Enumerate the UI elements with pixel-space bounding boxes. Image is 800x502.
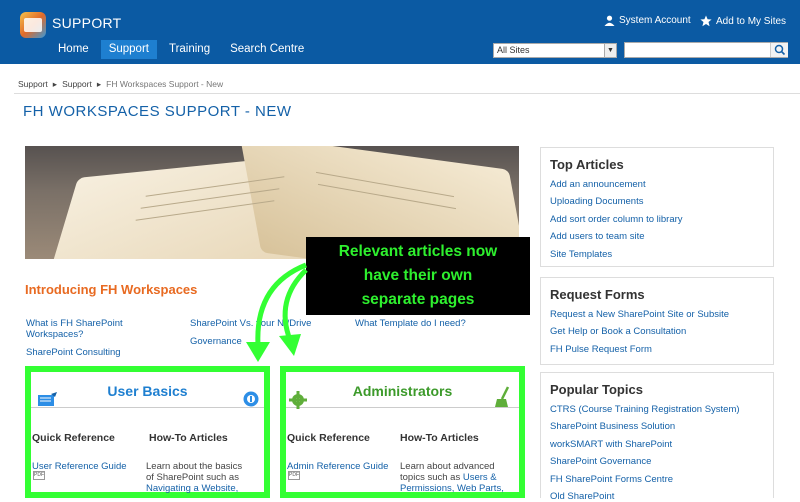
user-basics-title[interactable]: User Basics: [31, 383, 264, 399]
administrators-quick-ref: Quick Reference: [287, 432, 370, 444]
page-title: FH WORKSPACES SUPPORT - NEW: [23, 103, 292, 120]
popular-topic-link[interactable]: SharePoint Business Solution: [550, 421, 675, 432]
breadcrumb-current: FH Workspaces Support - New: [106, 79, 224, 89]
annotation-callout: Relevant articles now have their own sep…: [306, 237, 530, 315]
administrators-howto: How-To Articles: [400, 432, 479, 444]
request-forms-panel: Request Forms Request a New SharePoint S…: [540, 277, 774, 365]
user-basics-panel: User Basics Quick Reference How-To Artic…: [25, 366, 270, 498]
user-basics-quick-ref: Quick Reference: [32, 432, 115, 444]
popular-topic-link[interactable]: Old SharePoint: [550, 491, 614, 502]
intro-link-what-is[interactable]: What is FH SharePoint Workspaces?: [26, 318, 156, 340]
admin-desc-link[interactable]: Users &: [463, 472, 497, 483]
top-articles-panel: Top Articles Add an announcement Uploadi…: [540, 147, 774, 267]
divider: [14, 93, 800, 94]
admin-reference-guide-link[interactable]: Admin Reference Guide: [287, 461, 388, 472]
search-input[interactable]: [624, 42, 788, 58]
top-article-link[interactable]: Add sort order column to library: [550, 214, 683, 225]
search-icon: [774, 44, 786, 56]
top-article-link[interactable]: Site Templates: [550, 249, 612, 260]
popular-topics-panel: Popular Topics CTRS (Course Training Reg…: [540, 372, 774, 502]
request-form-link[interactable]: Request a New SharePoint Site or Subsite: [550, 309, 729, 320]
request-form-link[interactable]: Get Help or Book a Consultation: [550, 326, 686, 337]
intro-link-consulting[interactable]: SharePoint Consulting: [26, 347, 121, 358]
site-title[interactable]: SUPPORT: [52, 15, 122, 31]
breadcrumb-item[interactable]: Support: [18, 79, 48, 90]
search-scope-select[interactable]: All Sites ▼: [493, 43, 617, 58]
request-form-link[interactable]: FH Pulse Request Form: [550, 344, 652, 355]
request-forms-title: Request Forms: [550, 287, 645, 302]
administrators-panel: Administrators Quick Reference How-To Ar…: [280, 366, 525, 498]
chevron-right-icon: ▸: [96, 79, 102, 89]
admin-desc-link[interactable]: Permissions, Web Parts,: [400, 483, 504, 494]
system-account-menu[interactable]: System Account: [604, 15, 691, 26]
intro-heading: Introducing FH Workspaces: [25, 282, 198, 297]
nav-training[interactable]: Training: [161, 40, 218, 59]
chevron-right-icon: ▸: [52, 79, 58, 89]
star-icon: [700, 15, 712, 27]
top-navigation: Home Support Training Search Centre: [50, 40, 312, 59]
user-icon: [604, 15, 615, 26]
pdf-icon: PDF: [288, 471, 300, 480]
popular-topics-title: Popular Topics: [550, 382, 643, 397]
user-basics-desc-line: of SharePoint such as: [146, 472, 239, 483]
admin-desc-line: topics such as: [400, 472, 461, 483]
user-basics-desc-line: Learn about the basics: [146, 461, 243, 472]
popular-topic-link[interactable]: SharePoint Governance: [550, 456, 651, 467]
add-to-my-sites-label: Add to My Sites: [716, 15, 787, 27]
top-articles-title: Top Articles: [550, 157, 624, 172]
popular-topic-link[interactable]: FH SharePoint Forms Centre: [550, 474, 673, 485]
user-basics-desc-link[interactable]: Navigating a Website,: [146, 483, 238, 494]
search-button[interactable]: [770, 43, 788, 57]
breadcrumb: Support ▸ Support ▸ FH Workspaces Suppor…: [18, 79, 223, 90]
nav-search-centre[interactable]: Search Centre: [222, 40, 312, 59]
top-article-link[interactable]: Uploading Documents: [550, 196, 643, 207]
broom-icon: [495, 386, 510, 407]
nav-home[interactable]: Home: [50, 40, 97, 59]
top-article-link[interactable]: Add an announcement: [550, 179, 646, 190]
intro-link-template[interactable]: What Template do I need?: [355, 318, 466, 329]
search-scope-value: All Sites: [497, 45, 530, 55]
administrators-title[interactable]: Administrators: [286, 383, 519, 399]
site-logo-icon[interactable]: [20, 12, 46, 38]
user-basics-howto: How-To Articles: [149, 432, 228, 444]
user-reference-guide-link[interactable]: User Reference Guide: [32, 461, 127, 472]
popular-topic-link[interactable]: CTRS (Course Training Registration Syste…: [550, 404, 740, 415]
callout-line: Relevant articles now: [338, 243, 498, 260]
popular-topic-link[interactable]: workSMART with SharePoint: [550, 439, 672, 450]
callout-line: separate pages: [361, 291, 475, 308]
top-article-link[interactable]: Add users to team site: [550, 231, 645, 242]
top-bar: SUPPORT System Account Add to My Sites H…: [0, 0, 800, 64]
add-to-my-sites-link[interactable]: Add to My Sites: [700, 15, 786, 27]
pdf-icon: PDF: [33, 471, 45, 480]
admin-desc-line: Learn about advanced: [400, 461, 495, 472]
intro-link-governance[interactable]: Governance: [190, 336, 242, 347]
callout-line: have their own: [363, 267, 473, 284]
nav-support[interactable]: Support: [100, 40, 157, 59]
system-account-label: System Account: [619, 15, 691, 26]
chevron-down-icon[interactable]: ▼: [604, 44, 616, 57]
breadcrumb-item[interactable]: Support: [62, 79, 92, 90]
intro-link-ndrive[interactable]: SharePoint Vs. your N:/Drive: [190, 318, 311, 329]
help-globe-icon: [243, 391, 259, 407]
